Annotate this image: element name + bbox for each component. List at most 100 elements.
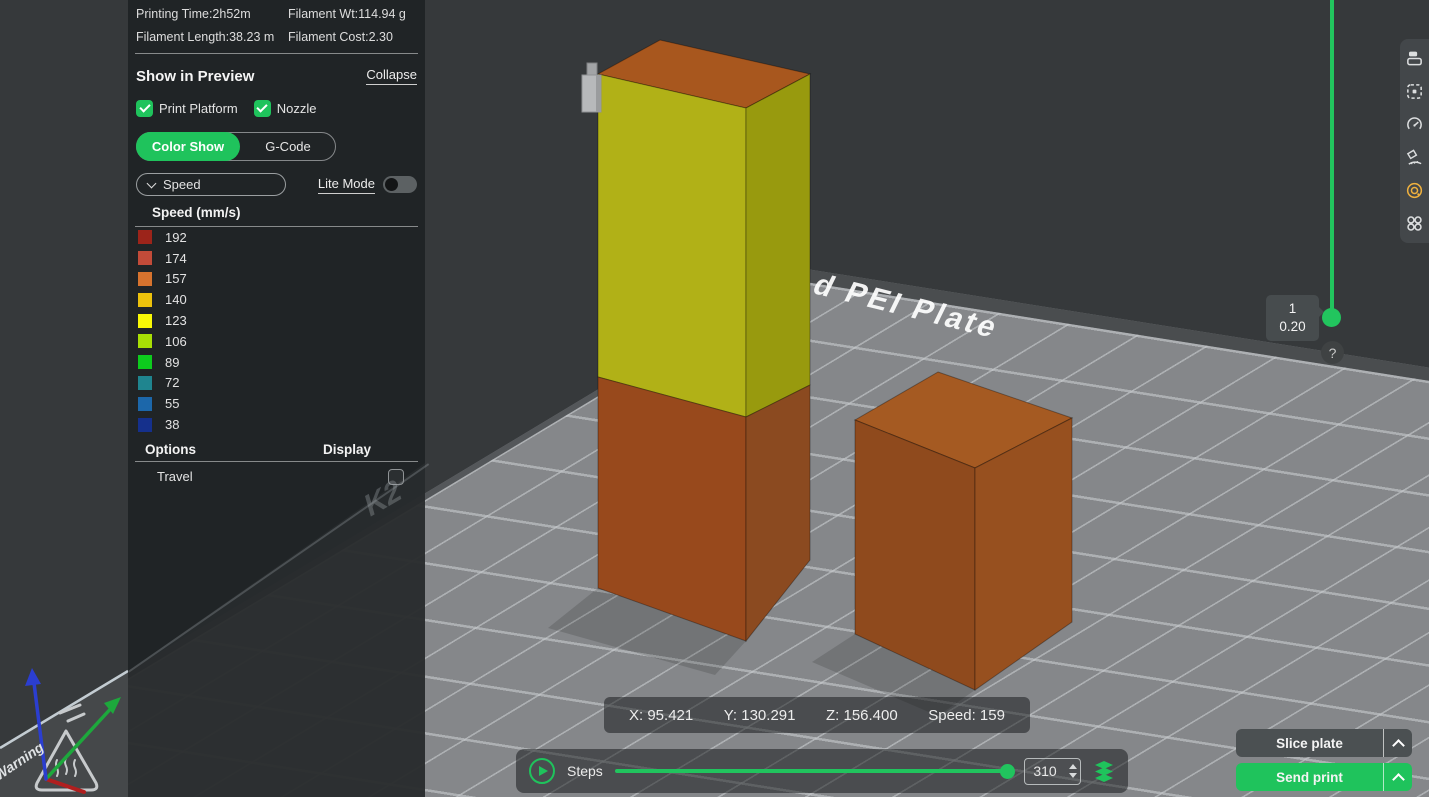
legend-value: 106 xyxy=(165,334,187,349)
layer-height: 0.20 xyxy=(1279,318,1305,336)
legend-title: Speed (mm/s) xyxy=(152,205,425,220)
legend-row: 174 xyxy=(128,248,425,269)
filament-length: Filament Length:38.23 m xyxy=(136,30,288,44)
print-platform-label: Print Platform xyxy=(159,101,238,116)
steps-slider-handle[interactable] xyxy=(1000,764,1015,779)
layers-toggle-button[interactable] xyxy=(1093,760,1115,782)
chevron-down-icon xyxy=(147,178,157,188)
legend-value: 72 xyxy=(165,375,179,390)
play-button[interactable] xyxy=(529,758,555,784)
toggle-knob xyxy=(385,178,398,191)
legend-value: 192 xyxy=(165,230,187,245)
legend-row: 55 xyxy=(128,393,425,414)
lite-mode-label: Lite Mode xyxy=(318,176,375,194)
preview-sidebar: Printing Time:2h52m Filament Wt:114.94 g… xyxy=(128,0,425,797)
legend-value: 123 xyxy=(165,313,187,328)
help-button[interactable]: ? xyxy=(1321,341,1344,364)
chevron-up-icon xyxy=(1392,773,1405,786)
platform-icon[interactable] xyxy=(1405,82,1424,101)
legend-value: 174 xyxy=(165,251,187,266)
legend-swatch xyxy=(138,314,152,328)
legend-value: 157 xyxy=(165,271,187,286)
legend-swatch xyxy=(138,272,152,286)
spinner-down-icon[interactable] xyxy=(1069,773,1077,778)
spinner-arrows[interactable] xyxy=(1065,764,1080,778)
travel-label: Travel xyxy=(157,469,193,484)
panel-title: Show in Preview xyxy=(136,68,254,85)
filament-weight: Filament Wt:114.94 g xyxy=(288,7,417,21)
gauge-icon[interactable] xyxy=(1405,115,1424,134)
status-z: Z: 156.400 xyxy=(826,707,898,724)
layer-slider-track[interactable] xyxy=(1330,0,1334,313)
view-toolbar xyxy=(1400,39,1429,243)
layer-slider-handle[interactable] xyxy=(1322,308,1341,327)
display-header: Display xyxy=(323,442,371,457)
gcode-status-bar: X: 95.421 Y: 130.291 Z: 156.400 Speed: 1… xyxy=(604,697,1030,733)
checkbox-checked-icon xyxy=(254,100,271,117)
legend-swatch xyxy=(138,397,152,411)
legend-swatch xyxy=(138,355,152,369)
status-speed: Speed: 159 xyxy=(928,707,1005,724)
slicer-preview-window: d PEI Plate Warning xyxy=(0,0,1429,797)
layer-preview-icon[interactable] xyxy=(1405,49,1424,68)
layer-slider-tooltip: 1 0.20 xyxy=(1266,295,1319,341)
legend-value: 55 xyxy=(165,396,179,411)
legend-row: 89 xyxy=(128,352,425,373)
layers-icon xyxy=(1093,760,1115,782)
checkbox-checked-icon xyxy=(136,100,153,117)
legend-swatch xyxy=(138,293,152,307)
legend-row: 72 xyxy=(128,373,425,394)
legend-row: 157 xyxy=(128,269,425,290)
legend-row: 140 xyxy=(128,289,425,310)
apps-icon[interactable] xyxy=(1405,214,1424,233)
legend-swatch xyxy=(138,230,152,244)
scheme-value: Speed xyxy=(163,177,201,192)
legend-row: 192 xyxy=(128,227,425,248)
printing-time: Printing Time:2h52m xyxy=(136,7,288,21)
tab-g-code[interactable]: G-Code xyxy=(241,133,335,160)
steps-spinner[interactable]: 310 xyxy=(1024,758,1081,785)
status-y: Y: 130.291 xyxy=(724,707,796,724)
legend-value: 89 xyxy=(165,355,179,370)
slice-plate-button[interactable]: Slice plate xyxy=(1236,729,1412,757)
steps-bar: Steps 310 xyxy=(516,749,1128,793)
steps-slider[interactable] xyxy=(615,769,1012,773)
slice-options-split[interactable] xyxy=(1383,729,1412,757)
speed-legend: 192 174 157 140 123 106 89 72 55 38 xyxy=(128,227,425,435)
legend-row: 38 xyxy=(128,414,425,435)
legend-swatch xyxy=(138,376,152,390)
legend-value: 140 xyxy=(165,292,187,307)
mode-tabs: Color Show G-Code xyxy=(136,132,336,161)
nozzle-marker xyxy=(582,63,601,112)
options-header: Options xyxy=(145,442,196,457)
layer-number: 1 xyxy=(1289,300,1297,318)
filament-spool-icon[interactable] xyxy=(1405,181,1424,200)
nozzle-label: Nozzle xyxy=(277,101,317,116)
options-divider xyxy=(135,461,418,462)
tab-color-show[interactable]: Color Show xyxy=(136,132,240,161)
legend-row: 106 xyxy=(128,331,425,352)
color-scheme-dropdown[interactable]: Speed xyxy=(136,173,286,196)
lite-mode-toggle[interactable] xyxy=(383,176,417,193)
steps-value: 310 xyxy=(1025,763,1065,779)
legend-swatch xyxy=(138,251,152,265)
legend-row: 123 xyxy=(128,310,425,331)
send-options-split[interactable] xyxy=(1383,763,1412,791)
send-print-label[interactable]: Send print xyxy=(1236,763,1383,791)
slice-plate-label[interactable]: Slice plate xyxy=(1236,729,1383,757)
filament-cost: Filament Cost:2.30 xyxy=(288,30,417,44)
steps-label: Steps xyxy=(567,763,603,779)
legend-swatch xyxy=(138,334,152,348)
status-x: X: 95.421 xyxy=(629,707,693,724)
send-print-button[interactable]: Send print xyxy=(1236,763,1412,791)
stats-divider xyxy=(135,53,418,54)
chevron-up-icon xyxy=(1392,739,1405,752)
print-stats: Printing Time:2h52m Filament Wt:114.94 g… xyxy=(128,0,425,53)
nozzle-checkbox[interactable]: Nozzle xyxy=(254,100,317,117)
collapse-link[interactable]: Collapse xyxy=(366,67,417,85)
legend-swatch xyxy=(138,418,152,432)
print-platform-checkbox[interactable]: Print Platform xyxy=(136,100,238,117)
spotlight-icon[interactable] xyxy=(1405,148,1424,167)
spinner-up-icon[interactable] xyxy=(1069,764,1077,769)
legend-value: 38 xyxy=(165,417,179,432)
